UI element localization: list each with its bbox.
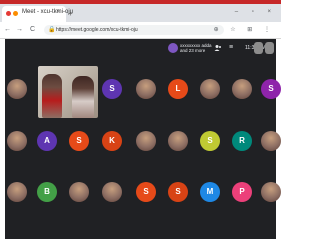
url-field[interactable]: 🔒 https://meet.google.com/xcu-tkmi-oju bbox=[44, 25, 224, 35]
participant-tile[interactable]: K bbox=[98, 127, 126, 155]
active-video-tile[interactable] bbox=[38, 66, 98, 118]
participant-avatar: B bbox=[37, 182, 57, 202]
participant-tile[interactable]: A bbox=[33, 127, 61, 155]
participant-avatar bbox=[168, 131, 188, 151]
participant-avatar bbox=[136, 131, 156, 151]
participant-avatar bbox=[136, 79, 156, 99]
browser-window: Meet - xcu-tkmi-oju × + – ▫ × ← → C 🔒 ht… bbox=[0, 0, 281, 246]
participant-tile[interactable] bbox=[98, 178, 126, 206]
host-avatar bbox=[168, 43, 178, 53]
participant-tile[interactable] bbox=[132, 75, 160, 103]
participant-tile[interactable] bbox=[164, 127, 192, 155]
tab-favicon-icon bbox=[6, 11, 20, 17]
reload-button[interactable]: C bbox=[30, 26, 35, 34]
participant-avatar bbox=[200, 79, 220, 99]
tab-bar: Meet - xcu-tkmi-oju × + – ▫ × bbox=[0, 4, 281, 22]
participant-tile[interactable]: S bbox=[196, 127, 224, 155]
tab-meet[interactable]: Meet - xcu-tkmi-oju × bbox=[2, 6, 73, 22]
participant-tile[interactable]: S bbox=[98, 75, 126, 103]
self-view-tiles[interactable] bbox=[254, 42, 274, 54]
participant-tile[interactable] bbox=[132, 127, 160, 155]
participant-avatar: K bbox=[102, 131, 122, 151]
participant-avatar: M bbox=[200, 182, 220, 202]
participant-tile[interactable] bbox=[257, 127, 285, 155]
participant-tile[interactable]: L bbox=[164, 75, 192, 103]
back-button[interactable]: ← bbox=[4, 26, 11, 34]
participant-tile[interactable] bbox=[196, 75, 224, 103]
participant-avatar bbox=[7, 79, 27, 99]
participant-avatar: S bbox=[200, 131, 220, 151]
participant-tile[interactable]: B bbox=[33, 178, 61, 206]
toolbar-icons[interactable]: ⊕ ☆ ⊞ ⋮ bbox=[214, 26, 275, 33]
meet-header: xxxxxxxxx adda and 23 more ≡ 11:39 AM bbox=[5, 39, 276, 57]
meet-call-area: xxxxxxxxx adda and 23 more ≡ 11:39 AM S L… bbox=[3, 39, 281, 239]
participant-avatar: A bbox=[37, 131, 57, 151]
url-text: https://meet.google.com/xcu-tkmi-oju bbox=[56, 27, 138, 33]
participant-avatar: S bbox=[136, 182, 156, 202]
participant-avatar: S bbox=[261, 79, 281, 99]
participant-avatar: R bbox=[232, 131, 252, 151]
participant-tile[interactable]: S bbox=[132, 178, 160, 206]
participant-avatar: S bbox=[69, 131, 89, 151]
host-info: xxxxxxxxx adda and 23 more bbox=[180, 43, 212, 53]
participant-tile[interactable]: R bbox=[228, 127, 256, 155]
record-dot-icon bbox=[6, 11, 11, 16]
participant-tile[interactable] bbox=[65, 178, 93, 206]
participant-avatar bbox=[7, 182, 27, 202]
address-bar: ← → C 🔒 https://meet.google.com/xcu-tkmi… bbox=[0, 22, 281, 39]
participant-tile[interactable]: M bbox=[196, 178, 224, 206]
participant-avatar: S bbox=[102, 79, 122, 99]
host-sub: and 23 more bbox=[180, 48, 206, 53]
participant-tile[interactable]: S bbox=[257, 75, 285, 103]
participant-video bbox=[42, 74, 62, 118]
participant-tile[interactable] bbox=[3, 75, 31, 103]
window-controls[interactable]: – ▫ × bbox=[235, 9, 277, 15]
meet-favicon-icon bbox=[13, 11, 18, 16]
participant-avatar bbox=[261, 182, 281, 202]
participant-video bbox=[72, 76, 94, 118]
participant-avatar: P bbox=[232, 182, 252, 202]
participant-avatar: S bbox=[168, 182, 188, 202]
people-icon[interactable] bbox=[214, 44, 222, 55]
forward-button[interactable]: → bbox=[16, 26, 23, 34]
participant-tile[interactable] bbox=[257, 178, 285, 206]
tab-close-icon[interactable]: × bbox=[56, 9, 60, 15]
participant-tile[interactable] bbox=[3, 178, 31, 206]
participant-avatar bbox=[102, 182, 122, 202]
participant-tile[interactable]: S bbox=[65, 127, 93, 155]
participant-tile[interactable] bbox=[228, 75, 256, 103]
participant-avatar bbox=[261, 131, 281, 151]
participant-tile[interactable]: P bbox=[228, 178, 256, 206]
self-view-tile[interactable] bbox=[265, 42, 274, 54]
participant-avatar bbox=[7, 131, 27, 151]
lock-icon: 🔒 bbox=[48, 27, 56, 33]
self-view-tile[interactable] bbox=[254, 42, 263, 54]
tab-title: Meet - xcu-tkmi-oju bbox=[22, 9, 74, 15]
participant-avatar: L bbox=[168, 79, 188, 99]
chat-menu-icon[interactable]: ≡ bbox=[229, 44, 233, 52]
participant-tile[interactable] bbox=[3, 127, 31, 155]
participant-tile[interactable]: S bbox=[164, 178, 192, 206]
participant-avatar bbox=[232, 79, 252, 99]
participant-avatar bbox=[69, 182, 89, 202]
new-tab-button[interactable]: + bbox=[68, 10, 73, 18]
